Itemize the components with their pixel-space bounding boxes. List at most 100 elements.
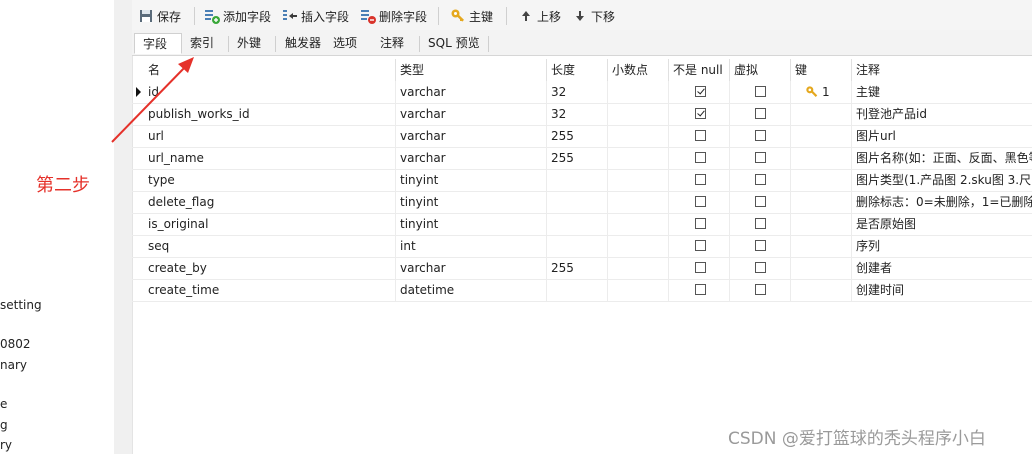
- move-down-button[interactable]: 下移: [572, 6, 615, 26]
- not-null-checkbox[interactable]: [695, 86, 706, 97]
- virtual-checkbox[interactable]: [755, 240, 766, 251]
- field-decimal-cell[interactable]: [608, 147, 669, 169]
- field-type-cell[interactable]: varchar: [396, 147, 547, 169]
- field-length-cell[interactable]: 32: [547, 103, 608, 125]
- field-key-cell[interactable]: [791, 257, 852, 279]
- field-decimal-cell[interactable]: [608, 213, 669, 235]
- column-header-not-null[interactable]: 不是 null: [669, 59, 730, 81]
- field-name-cell[interactable]: seq: [144, 235, 396, 257]
- tab-fields[interactable]: 字段: [134, 33, 182, 54]
- field-comment-cell[interactable]: 删除标志：0=未删除，1=已删除: [852, 191, 1032, 213]
- primary-key-button[interactable]: 主键: [450, 6, 493, 26]
- tree-item-fragment[interactable]: ry: [0, 438, 12, 452]
- add-field-button[interactable]: 添加字段: [204, 6, 271, 26]
- virtual-checkbox[interactable]: [755, 86, 766, 97]
- field-type-cell[interactable]: varchar: [396, 125, 547, 147]
- field-comment-cell[interactable]: 图片类型(1.产品图 2.sku图 3.尺: [852, 169, 1032, 191]
- tree-item-fragment[interactable]: g: [0, 418, 8, 432]
- field-comment-cell[interactable]: 创建者: [852, 257, 1032, 279]
- field-name-cell[interactable]: delete_flag: [144, 191, 396, 213]
- move-up-button[interactable]: 上移: [518, 6, 561, 26]
- not-null-checkbox[interactable]: [695, 152, 706, 163]
- table-row[interactable]: publish_works_id varchar 32 刊登池产品id: [132, 103, 1032, 126]
- field-decimal-cell[interactable]: [608, 81, 669, 103]
- field-key-cell[interactable]: [791, 169, 852, 191]
- field-decimal-cell[interactable]: [608, 279, 669, 301]
- table-row[interactable]: id varchar 32 1 主键: [132, 81, 1032, 104]
- field-length-cell[interactable]: 255: [547, 257, 608, 279]
- field-length-cell[interactable]: 32: [547, 81, 608, 103]
- field-key-cell[interactable]: [791, 213, 852, 235]
- field-comment-cell[interactable]: 序列: [852, 235, 1032, 257]
- field-type-cell[interactable]: varchar: [396, 103, 547, 125]
- field-name-cell[interactable]: create_by: [144, 257, 396, 279]
- table-row[interactable]: url varchar 255 图片url: [132, 125, 1032, 148]
- field-length-cell[interactable]: 255: [547, 147, 608, 169]
- field-type-cell[interactable]: datetime: [396, 279, 547, 301]
- field-type-cell[interactable]: varchar: [396, 257, 547, 279]
- field-name-cell[interactable]: url: [144, 125, 396, 147]
- virtual-checkbox[interactable]: [755, 196, 766, 207]
- field-key-cell[interactable]: [791, 125, 852, 147]
- field-length-cell[interactable]: [547, 279, 608, 301]
- table-row[interactable]: is_original tinyint 是否原始图: [132, 213, 1032, 236]
- not-null-checkbox[interactable]: [695, 240, 706, 251]
- insert-field-button[interactable]: 插入字段: [282, 6, 349, 26]
- not-null-checkbox[interactable]: [695, 262, 706, 273]
- virtual-checkbox[interactable]: [755, 284, 766, 295]
- column-header-length[interactable]: 长度: [547, 59, 608, 81]
- virtual-checkbox[interactable]: [755, 218, 766, 229]
- field-name-cell[interactable]: is_original: [144, 213, 396, 235]
- table-row[interactable]: type tinyint 图片类型(1.产品图 2.sku图 3.尺: [132, 169, 1032, 192]
- tab-triggers[interactable]: 触发器: [277, 33, 330, 54]
- field-comment-cell[interactable]: 主键: [852, 81, 1032, 103]
- field-type-cell[interactable]: varchar: [396, 81, 547, 103]
- save-button[interactable]: 保存: [138, 6, 181, 26]
- table-row[interactable]: create_time datetime 创建时间: [132, 279, 1032, 302]
- field-decimal-cell[interactable]: [608, 125, 669, 147]
- column-header-key[interactable]: 键: [791, 59, 852, 81]
- field-key-cell[interactable]: 1: [791, 81, 852, 103]
- not-null-checkbox[interactable]: [695, 108, 706, 119]
- field-decimal-cell[interactable]: [608, 191, 669, 213]
- field-length-cell[interactable]: [547, 191, 608, 213]
- field-comment-cell[interactable]: 图片名称(如：正面、反面、黑色等: [852, 147, 1032, 169]
- field-comment-cell[interactable]: 刊登池产品id: [852, 103, 1032, 125]
- column-header-decimal[interactable]: 小数点: [608, 59, 669, 81]
- virtual-checkbox[interactable]: [755, 262, 766, 273]
- field-key-cell[interactable]: [791, 147, 852, 169]
- not-null-checkbox[interactable]: [695, 130, 706, 141]
- table-row[interactable]: delete_flag tinyint 删除标志：0=未删除，1=已删除: [132, 191, 1032, 214]
- virtual-checkbox[interactable]: [755, 174, 766, 185]
- table-row[interactable]: url_name varchar 255 图片名称(如：正面、反面、黑色等: [132, 147, 1032, 170]
- virtual-checkbox[interactable]: [755, 152, 766, 163]
- tab-indexes[interactable]: 索引: [182, 33, 223, 54]
- column-header-comment[interactable]: 注释: [852, 59, 1032, 81]
- field-type-cell[interactable]: tinyint: [396, 213, 547, 235]
- tab-comment[interactable]: 注释: [372, 33, 413, 54]
- field-key-cell[interactable]: [791, 191, 852, 213]
- field-name-cell[interactable]: publish_works_id: [144, 103, 396, 125]
- not-null-checkbox[interactable]: [695, 174, 706, 185]
- tab-options[interactable]: 选项: [325, 33, 366, 54]
- table-row[interactable]: create_by varchar 255 创建者: [132, 257, 1032, 280]
- virtual-checkbox[interactable]: [755, 108, 766, 119]
- not-null-checkbox[interactable]: [695, 284, 706, 295]
- table-row[interactable]: seq int 序列: [132, 235, 1032, 258]
- delete-field-button[interactable]: 删除字段: [360, 6, 427, 26]
- column-header-virtual[interactable]: 虚拟: [730, 59, 791, 81]
- field-comment-cell[interactable]: 创建时间: [852, 279, 1032, 301]
- not-null-checkbox[interactable]: [695, 196, 706, 207]
- tree-item-fragment[interactable]: e: [0, 397, 7, 411]
- field-name-cell[interactable]: id: [144, 81, 396, 103]
- field-type-cell[interactable]: tinyint: [396, 169, 547, 191]
- field-name-cell[interactable]: type: [144, 169, 396, 191]
- column-header-name[interactable]: 名: [144, 59, 396, 81]
- tab-foreign-keys[interactable]: 外键: [229, 33, 270, 54]
- field-type-cell[interactable]: tinyint: [396, 191, 547, 213]
- field-name-cell[interactable]: url_name: [144, 147, 396, 169]
- field-length-cell[interactable]: [547, 169, 608, 191]
- tree-item-fragment[interactable]: setting: [0, 298, 42, 312]
- column-header-type[interactable]: 类型: [396, 59, 547, 81]
- field-comment-cell[interactable]: 是否原始图: [852, 213, 1032, 235]
